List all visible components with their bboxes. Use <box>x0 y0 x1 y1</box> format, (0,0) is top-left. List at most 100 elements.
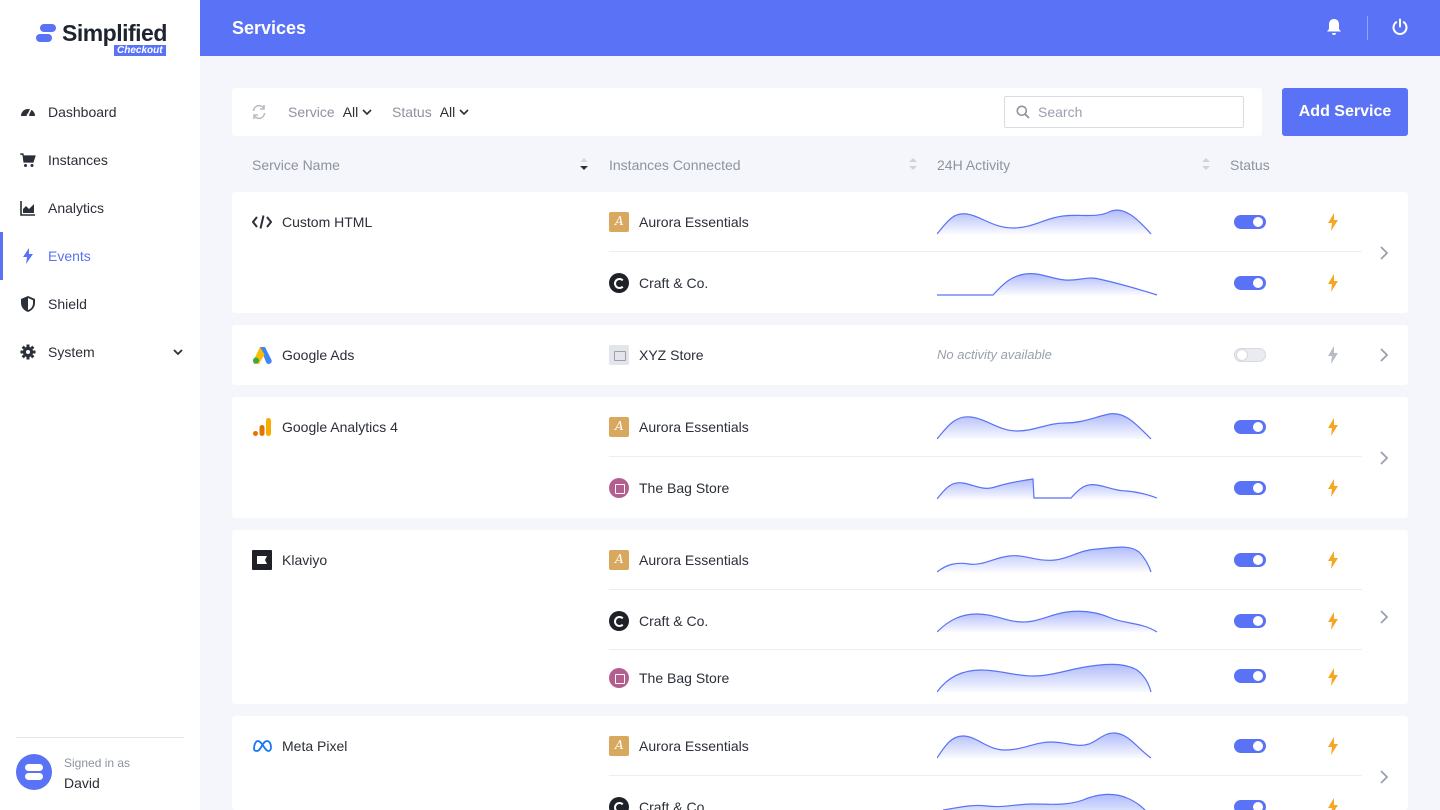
bolt-icon[interactable] <box>1327 274 1339 297</box>
shield-icon <box>20 296 36 312</box>
instance-name-text: XYZ Store <box>639 347 704 363</box>
bell-icon[interactable] <box>1326 18 1342 41</box>
service-card-google-ads[interactable]: Google Ads XYZ Store No activity availab… <box>232 325 1408 385</box>
sidebar-item-dashboard[interactable]: Dashboard <box>0 88 200 136</box>
column-status[interactable]: Status <box>1230 157 1270 173</box>
service-card-meta-pixel[interactable]: Meta Pixel Aurora Essentials Craft & Co. <box>232 716 1408 810</box>
craft-store-icon <box>609 611 629 631</box>
image-placeholder-icon <box>609 345 629 365</box>
status-toggle[interactable] <box>1234 553 1266 567</box>
sidebar-item-analytics[interactable]: Analytics <box>0 184 200 232</box>
refresh-icon[interactable] <box>251 104 267 125</box>
instance-row: The Bag Store <box>609 650 1362 704</box>
status-toggle[interactable] <box>1234 800 1266 810</box>
sidebar-item-shield[interactable]: Shield <box>0 280 200 328</box>
instance-name: Craft & Co. <box>609 273 708 293</box>
user-name: David <box>64 775 100 791</box>
add-service-button[interactable]: Add Service <box>1282 88 1408 136</box>
sidebar-item-instances[interactable]: Instances <box>0 136 200 184</box>
bolt-icon[interactable] <box>1327 213 1339 236</box>
sidebar-item-label: Dashboard <box>48 104 117 120</box>
sidebar-item-label: System <box>48 344 95 360</box>
bolt-icon[interactable] <box>1327 479 1339 502</box>
instance-row: Craft & Co. <box>609 590 1362 650</box>
gauge-icon <box>20 104 36 120</box>
instance-name: Aurora Essentials <box>609 212 749 232</box>
brand-sub: Checkout <box>114 45 166 56</box>
activity-sparkline <box>937 413 1152 440</box>
bolt-icon[interactable] <box>1327 612 1339 635</box>
power-icon[interactable] <box>1391 18 1409 41</box>
instance-name-text: Aurora Essentials <box>639 738 749 754</box>
service-name: Meta Pixel <box>252 736 347 756</box>
chevron-right-icon[interactable] <box>1379 347 1389 368</box>
brand-logo[interactable]: Simplified Checkout <box>36 20 176 60</box>
service-card-klaviyo[interactable]: Klaviyo Aurora Essentials Craft & Co. Th… <box>232 530 1408 704</box>
google-ads-icon <box>252 345 272 365</box>
chevron-right-icon[interactable] <box>1379 769 1389 790</box>
instance-name-text: Craft & Co. <box>639 613 709 629</box>
chevron-right-icon[interactable] <box>1379 450 1389 471</box>
sidebar-item-label: Shield <box>48 296 87 312</box>
service-name: Google Ads <box>252 345 354 365</box>
chevron-right-icon[interactable] <box>1379 609 1389 630</box>
aurora-store-icon <box>609 736 629 756</box>
top-header: Services <box>200 0 1440 56</box>
logo-mark-icon <box>36 24 56 42</box>
service-card-custom-html[interactable]: Custom HTML Aurora Essentials Craft & Co… <box>232 192 1408 313</box>
status-toggle[interactable] <box>1234 614 1266 628</box>
chevron-down-icon <box>459 104 469 120</box>
instance-row: The Bag Store <box>609 457 1362 517</box>
search-input[interactable] <box>1004 96 1244 128</box>
sort-icon[interactable] <box>908 157 918 176</box>
bolt-icon[interactable] <box>1327 668 1339 691</box>
code-icon <box>252 212 272 232</box>
status-filter-value: All <box>439 104 456 120</box>
activity-sparkline <box>937 478 1158 500</box>
sidebar-item-system[interactable]: System <box>0 328 200 376</box>
aurora-store-icon <box>609 212 629 232</box>
sort-desc-icon[interactable] <box>579 157 589 176</box>
service-card-google-analytics-4[interactable]: Google Analytics 4 Aurora Essentials The… <box>232 397 1408 518</box>
status-toggle[interactable] <box>1234 348 1266 362</box>
status-toggle[interactable] <box>1234 669 1266 683</box>
service-name-text: Google Analytics 4 <box>282 419 398 435</box>
service-name: Custom HTML <box>252 212 372 232</box>
search-icon <box>1016 105 1030 124</box>
status-toggle[interactable] <box>1234 739 1266 753</box>
bolt-icon[interactable] <box>1327 551 1339 574</box>
google-analytics-icon <box>252 417 272 437</box>
aurora-store-icon <box>609 417 629 437</box>
instance-name-text: The Bag Store <box>639 480 730 496</box>
service-filter[interactable]: Service All <box>288 104 372 120</box>
instance-name: The Bag Store <box>609 478 729 498</box>
status-toggle[interactable] <box>1234 420 1266 434</box>
instance-name: The Bag Store <box>609 668 729 688</box>
instance-row: Aurora Essentials <box>609 397 1362 457</box>
instance-name-text: Craft & Co. <box>639 275 709 291</box>
service-name-text: Klaviyo <box>282 552 328 568</box>
bolt-icon[interactable] <box>1327 737 1339 760</box>
avatar[interactable] <box>16 754 52 790</box>
status-toggle[interactable] <box>1234 276 1266 290</box>
instance-name: Craft & Co. <box>609 611 708 631</box>
status-toggle[interactable] <box>1234 481 1266 495</box>
cart-icon <box>20 152 36 168</box>
bolt-icon[interactable] <box>1327 346 1339 369</box>
activity-sparkline <box>937 273 1158 296</box>
gear-icon <box>20 344 36 360</box>
sort-icon[interactable] <box>1201 157 1211 176</box>
chevron-right-icon[interactable] <box>1379 245 1389 266</box>
signed-in-label: Signed in as <box>64 756 131 770</box>
column-instances-connected[interactable]: Instances Connected <box>609 157 741 173</box>
column-24h-activity[interactable]: 24H Activity <box>937 157 1010 173</box>
status-filter[interactable]: Status All <box>392 104 469 120</box>
bolt-icon[interactable] <box>1327 418 1339 441</box>
area-chart-icon <box>20 200 36 216</box>
bag-store-icon <box>609 668 629 688</box>
column-service-name[interactable]: Service Name <box>252 157 340 173</box>
sidebar-item-events[interactable]: Events <box>0 232 200 280</box>
service-filter-value: All <box>342 104 359 120</box>
bolt-icon[interactable] <box>1327 798 1339 810</box>
status-toggle[interactable] <box>1234 215 1266 229</box>
